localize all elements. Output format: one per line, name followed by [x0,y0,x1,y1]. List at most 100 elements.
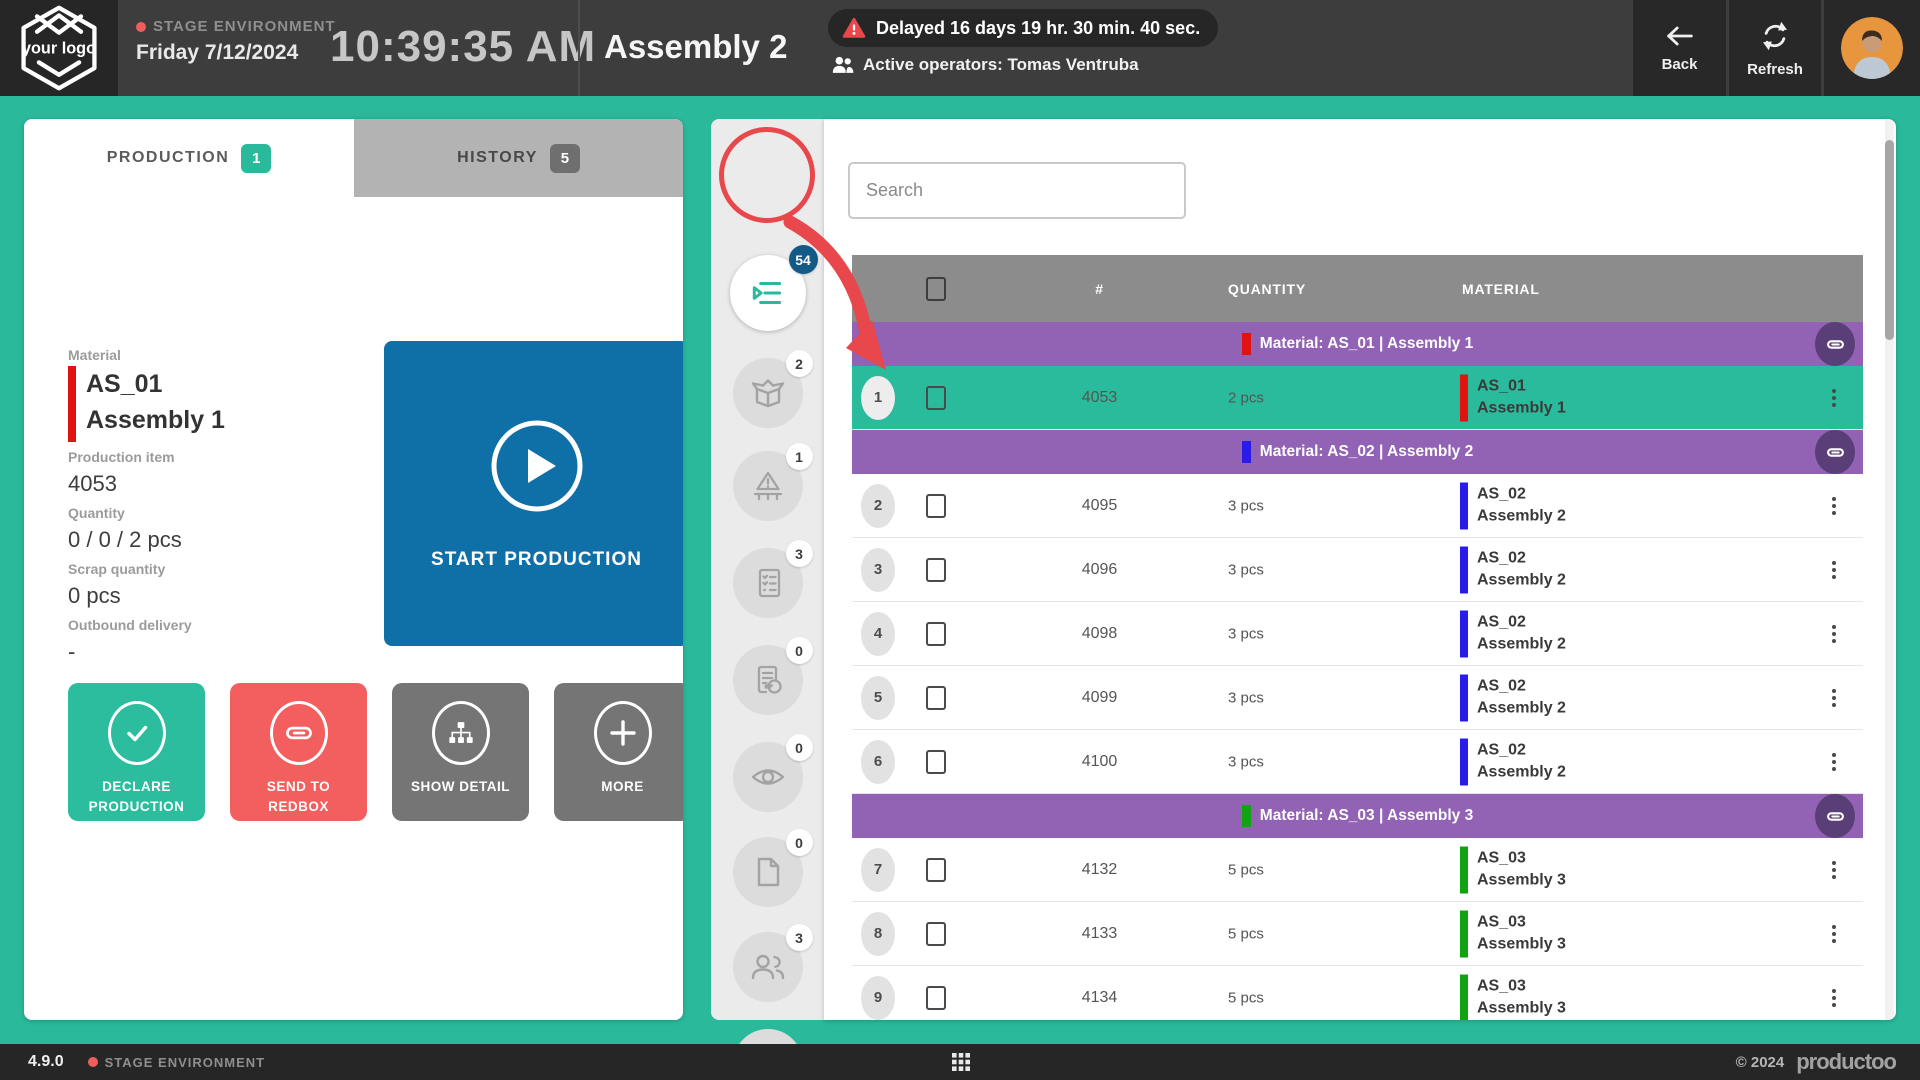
sidebar-item-checklist[interactable]: 3 [733,548,803,618]
play-icon [488,417,586,515]
checklist-icon [750,565,786,601]
plus-icon [594,701,652,765]
sidebar-item-production-queue[interactable]: 54 [730,255,806,331]
row-menu-button[interactable] [1828,385,1840,411]
declare-production-button[interactable]: DECLARE PRODUCTION [68,683,205,821]
order-row[interactable]: 6 4100 3 pcs AS_02Assembly 2 [852,730,1863,794]
row-checkbox[interactable] [926,750,946,774]
scrollbar-thumb[interactable] [1885,140,1894,340]
order-material: AS_03Assembly 3 [1460,910,1566,957]
show-detail-button[interactable]: SHOW DETAIL [392,683,529,821]
production-panel: PRODUCTION 1 HISTORY 5 Material AS_01 As… [24,119,683,1020]
material-color-bar [1460,974,1468,1020]
sidebar-item-operators[interactable]: 3 [733,932,803,1002]
status-block: Delayed 16 days 19 hr. 30 min. 40 sec. A… [828,9,1218,75]
link-icon [1826,443,1845,462]
document-sign-count-badge: 0 [786,637,813,664]
row-menu-button[interactable] [1828,621,1840,647]
user-avatar[interactable] [1841,17,1903,79]
footer-environment-label: STAGE ENVIRONMENT [105,1055,266,1070]
row-checkbox[interactable] [926,558,946,582]
search-input[interactable] [848,162,1186,219]
operators-icon [832,56,854,74]
row-checkbox[interactable] [926,386,946,410]
row-menu-button[interactable] [1828,685,1840,711]
row-menu-button[interactable] [1828,857,1840,883]
sidebar-item-station-alert[interactable]: 1 [733,451,803,521]
row-number: 5 [861,676,895,720]
avatar-block[interactable] [1824,0,1920,96]
order-row[interactable]: 5 4099 3 pcs AS_02Assembly 2 [852,666,1863,730]
order-id: 4096 [1042,561,1157,579]
station-alert-count-badge: 1 [786,443,813,470]
order-row[interactable]: 2 4095 3 pcs AS_02Assembly 2 [852,474,1863,538]
order-material: AS_02Assembly 2 [1460,674,1566,721]
group-row: Material: AS_02 | Assembly 2 [852,430,1863,474]
order-row[interactable]: 8 4133 5 pcs AS_03Assembly 3 [852,902,1863,966]
order-row[interactable]: 1 4053 2 pcs AS_01Assembly 1 [852,366,1863,430]
refresh-button[interactable]: Refresh [1729,0,1821,96]
sidebar-item-packaging[interactable]: 2 [733,358,803,428]
row-menu-button[interactable] [1828,985,1840,1011]
app-root: your logo STAGE ENVIRONMENT Friday 7/12/… [0,0,1920,1080]
order-row[interactable]: 7 4132 5 pcs AS_03Assembly 3 [852,838,1863,902]
sidebar-item-document-sign[interactable]: 0 [733,645,803,715]
material-code: AS_02 [1477,485,1526,502]
link-icon [1826,335,1845,354]
material-code: AS_02 [1477,677,1526,694]
row-menu-button[interactable] [1828,921,1840,947]
order-id: 4134 [1042,989,1157,1007]
outbound-delivery-value: - [68,639,75,665]
logo-block[interactable]: your logo [0,0,118,96]
row-checkbox[interactable] [926,622,946,646]
panel-tabs: PRODUCTION 1 HISTORY 5 [24,119,683,197]
production-queue-icon [749,274,787,312]
start-production-button[interactable]: START PRODUCTION [384,341,683,646]
row-checkbox[interactable] [926,494,946,518]
group-link-button[interactable] [1815,794,1855,838]
company-logo-icon: your logo [11,3,107,93]
group-link-button[interactable] [1815,322,1855,366]
material-name: Assembly 2 [1477,508,1566,525]
order-quantity: 3 pcs [1228,689,1264,706]
row-menu-button[interactable] [1828,557,1840,583]
current-date: Friday 7/12/2024 [136,41,336,65]
watch-count-badge: 0 [786,734,813,761]
material-color-bar [1460,610,1468,657]
material-value-block: AS_01 Assembly 1 [68,366,225,442]
order-row[interactable]: 9 4134 5 pcs AS_03Assembly 3 [852,966,1863,1020]
row-checkbox[interactable] [926,686,946,710]
material-name: Assembly 3 [1477,1000,1566,1017]
send-to-redbox-button[interactable]: SEND TO REDBOX [230,683,367,821]
sidebar-item-documents[interactable]: 0 [733,837,803,907]
document-sign-icon [750,662,786,698]
file-icon [751,854,785,890]
scrap-quantity-value: 0 pcs [68,583,121,609]
material-color-bar [1460,482,1468,529]
row-checkbox[interactable] [926,986,946,1010]
order-row[interactable]: 4 4098 3 pcs AS_02Assembly 2 [852,602,1863,666]
sidebar-item-watch[interactable]: 0 [733,742,803,812]
back-button[interactable]: Back [1633,0,1726,96]
tab-history[interactable]: HISTORY 5 [354,119,683,197]
row-checkbox[interactable] [926,922,946,946]
checklist-count-badge: 3 [786,540,813,567]
tab-production-label: PRODUCTION [107,149,230,167]
select-all-checkbox[interactable] [926,277,946,301]
row-menu-button[interactable] [1828,749,1840,775]
material-code: AS_01 [1477,377,1526,394]
group-link-button[interactable] [1815,430,1855,474]
row-menu-button[interactable] [1828,493,1840,519]
tab-production[interactable]: PRODUCTION 1 [24,119,354,197]
order-row[interactable]: 3 4096 3 pcs AS_02Assembly 2 [852,538,1863,602]
queue-count-badge: 54 [789,245,818,274]
environment-dot-icon [88,1057,98,1067]
apps-grid-button[interactable] [952,1053,970,1076]
material-color-bar [1460,546,1468,593]
order-quantity: 5 pcs [1228,989,1264,1006]
more-button[interactable]: MORE [554,683,683,821]
order-id: 4053 [1042,389,1157,407]
order-material: AS_03Assembly 3 [1460,846,1566,893]
row-checkbox[interactable] [926,858,946,882]
material-code: AS_02 [1477,613,1526,630]
